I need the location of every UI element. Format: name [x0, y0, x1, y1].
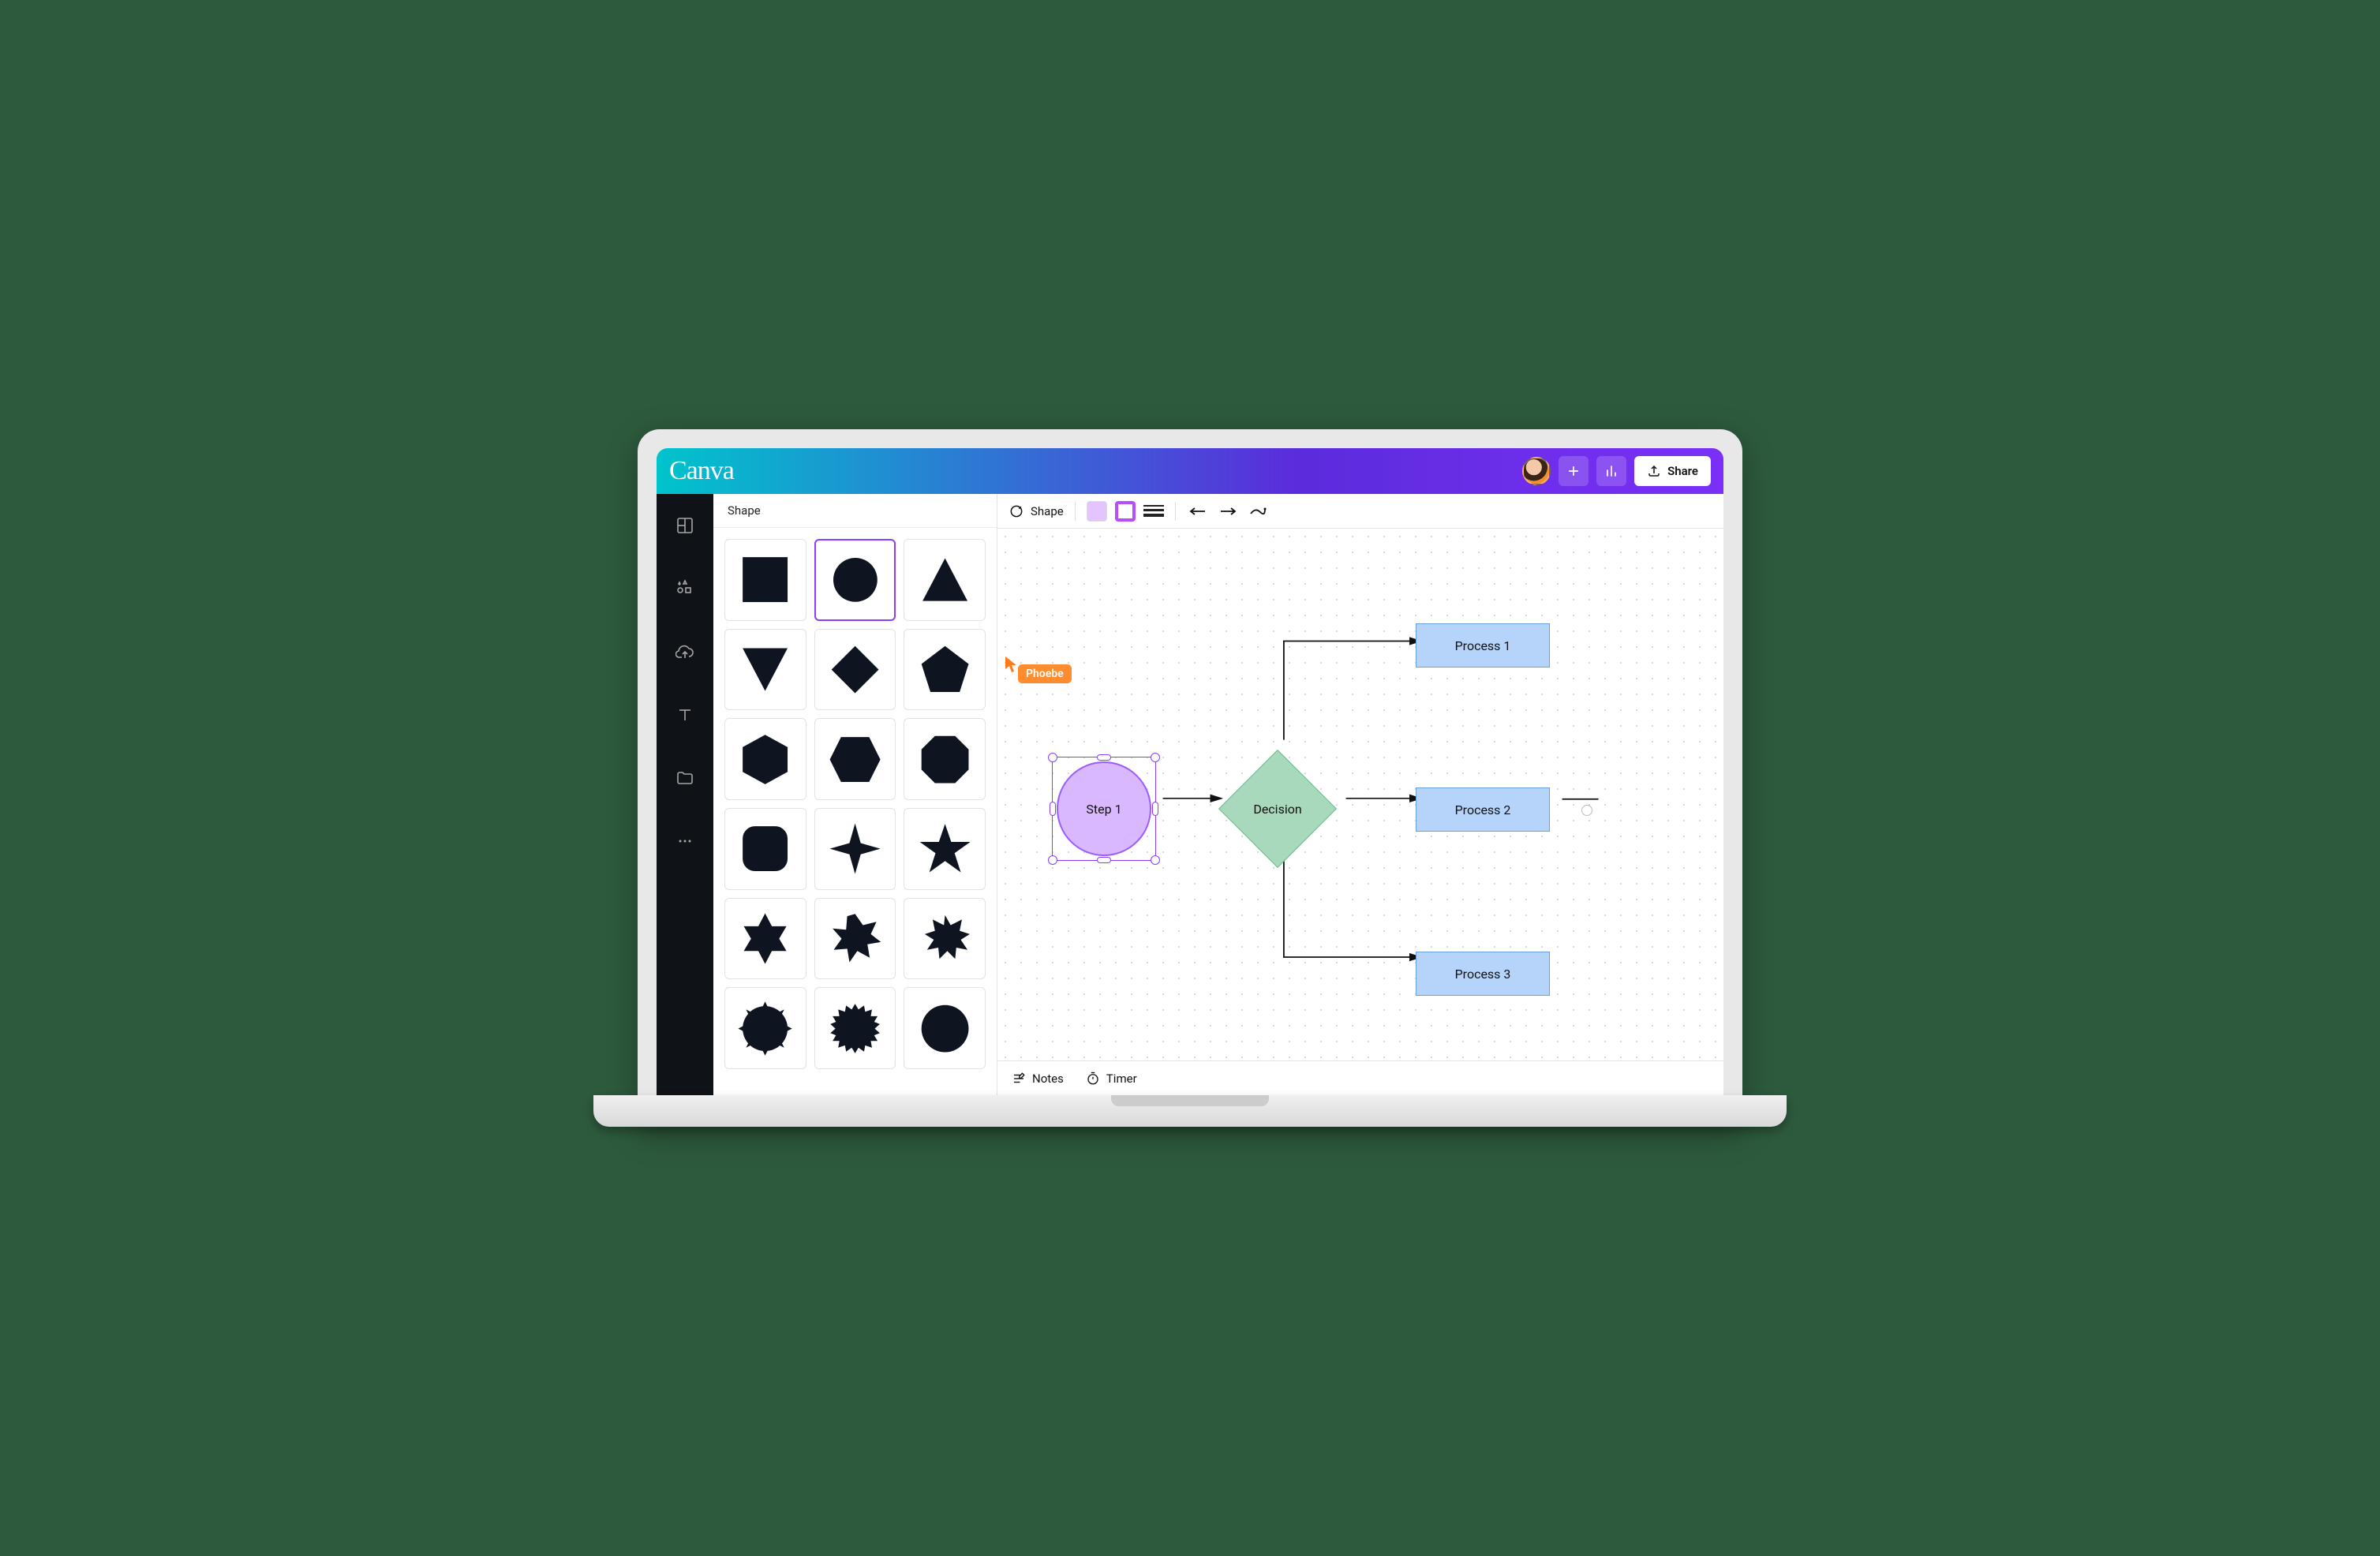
notes-label: Notes: [1032, 1072, 1064, 1086]
shape-grid: [713, 528, 997, 1080]
shape-diamond[interactable]: [814, 629, 896, 711]
shape-pentagon[interactable]: [904, 629, 986, 711]
border-color-swatch[interactable]: [1115, 501, 1136, 522]
shape-triangle[interactable]: [904, 539, 986, 621]
notes-button[interactable]: Notes: [1012, 1072, 1064, 1086]
share-label: Share: [1667, 464, 1698, 478]
brand-logo[interactable]: Canva: [669, 456, 734, 486]
shape-octagon-rounded[interactable]: [724, 808, 806, 890]
node-label: Process 3: [1455, 967, 1511, 982]
shape-burst-10[interactable]: [904, 898, 986, 980]
timer-icon: [1086, 1072, 1100, 1086]
rail-elements-icon[interactable]: [669, 573, 701, 604]
line-style-curved[interactable]: [1247, 500, 1269, 522]
laptop-base: [593, 1095, 1787, 1127]
node-process-2[interactable]: Process 2: [1416, 787, 1550, 832]
shapes-panel: Shape: [713, 494, 997, 1095]
line-weight-button[interactable]: [1143, 501, 1164, 522]
shape-star-6[interactable]: [724, 898, 806, 980]
shape-star-4[interactable]: [814, 808, 896, 890]
line-end-arrow[interactable]: [1217, 500, 1239, 522]
rail-more-icon[interactable]: [669, 825, 701, 857]
node-label: Decision: [1253, 802, 1301, 817]
context-toolbar: Shape: [997, 494, 1723, 529]
timer-button[interactable]: Timer: [1086, 1072, 1137, 1086]
node-process-3[interactable]: Process 3: [1416, 952, 1550, 996]
divider: [1175, 502, 1176, 521]
shape-square[interactable]: [724, 539, 806, 621]
shape-triangle-down[interactable]: [724, 629, 806, 711]
connection-endpoint[interactable]: [1581, 805, 1592, 816]
shape-type-dropdown[interactable]: Shape: [1009, 503, 1064, 519]
canvas[interactable]: Phoebe: [997, 529, 1723, 1060]
rail-projects-icon[interactable]: [669, 762, 701, 794]
fill-color-swatch[interactable]: [1087, 501, 1107, 522]
selection-box: [1052, 757, 1156, 861]
circle-tool-icon: [1009, 503, 1024, 519]
timer-label: Timer: [1106, 1072, 1137, 1086]
shape-circle[interactable]: [814, 539, 896, 621]
shape-hexagon-h[interactable]: [814, 718, 896, 800]
node-step-1[interactable]: Step 1: [1053, 757, 1155, 860]
resize-handle[interactable]: [1097, 857, 1111, 863]
bottom-bar: Notes Timer: [997, 1060, 1723, 1095]
screen: Canva Share: [657, 448, 1723, 1095]
cursor-pointer-icon: [1004, 655, 1020, 674]
shape-seal-16[interactable]: [724, 987, 806, 1069]
insights-button[interactable]: [1596, 456, 1626, 486]
topbar: Canva Share: [657, 448, 1723, 494]
node-label: Process 2: [1455, 802, 1511, 817]
resize-handle[interactable]: [1152, 802, 1158, 816]
canvas-region: Shape: [997, 494, 1723, 1095]
shape-octagon[interactable]: [904, 718, 986, 800]
share-button[interactable]: Share: [1634, 456, 1711, 486]
resize-handle[interactable]: [1048, 753, 1057, 762]
shape-seal-24[interactable]: [904, 987, 986, 1069]
upload-icon: [1647, 464, 1661, 478]
shape-type-label: Shape: [1031, 504, 1064, 518]
resize-handle[interactable]: [1097, 754, 1111, 761]
node-decision[interactable]: Decision: [1218, 750, 1337, 868]
add-button[interactable]: [1559, 456, 1589, 486]
rail-uploads-icon[interactable]: [669, 636, 701, 668]
shape-star-5[interactable]: [904, 808, 986, 890]
shape-burst-8[interactable]: [814, 898, 896, 980]
shape-seal-20[interactable]: [814, 987, 896, 1069]
node-process-1[interactable]: Process 1: [1416, 623, 1550, 668]
rail-text-icon[interactable]: [669, 699, 701, 731]
panel-title: Shape: [713, 494, 997, 528]
laptop-frame: Canva Share: [638, 429, 1742, 1127]
collaborator-name: Phoebe: [1018, 664, 1072, 683]
notes-icon: [1012, 1072, 1026, 1086]
resize-handle[interactable]: [1151, 753, 1160, 762]
divider: [1075, 502, 1076, 521]
shape-hexagon[interactable]: [724, 718, 806, 800]
line-start-none[interactable]: [1187, 500, 1209, 522]
avatar[interactable]: [1522, 457, 1551, 485]
resize-handle[interactable]: [1050, 802, 1056, 816]
rail-templates-icon[interactable]: [669, 510, 701, 541]
resize-handle[interactable]: [1048, 855, 1057, 865]
collaborator-cursor: Phoebe: [1004, 655, 1072, 683]
resize-handle[interactable]: [1151, 855, 1160, 865]
node-label: Process 1: [1455, 638, 1511, 653]
nav-rail: [657, 494, 713, 1095]
